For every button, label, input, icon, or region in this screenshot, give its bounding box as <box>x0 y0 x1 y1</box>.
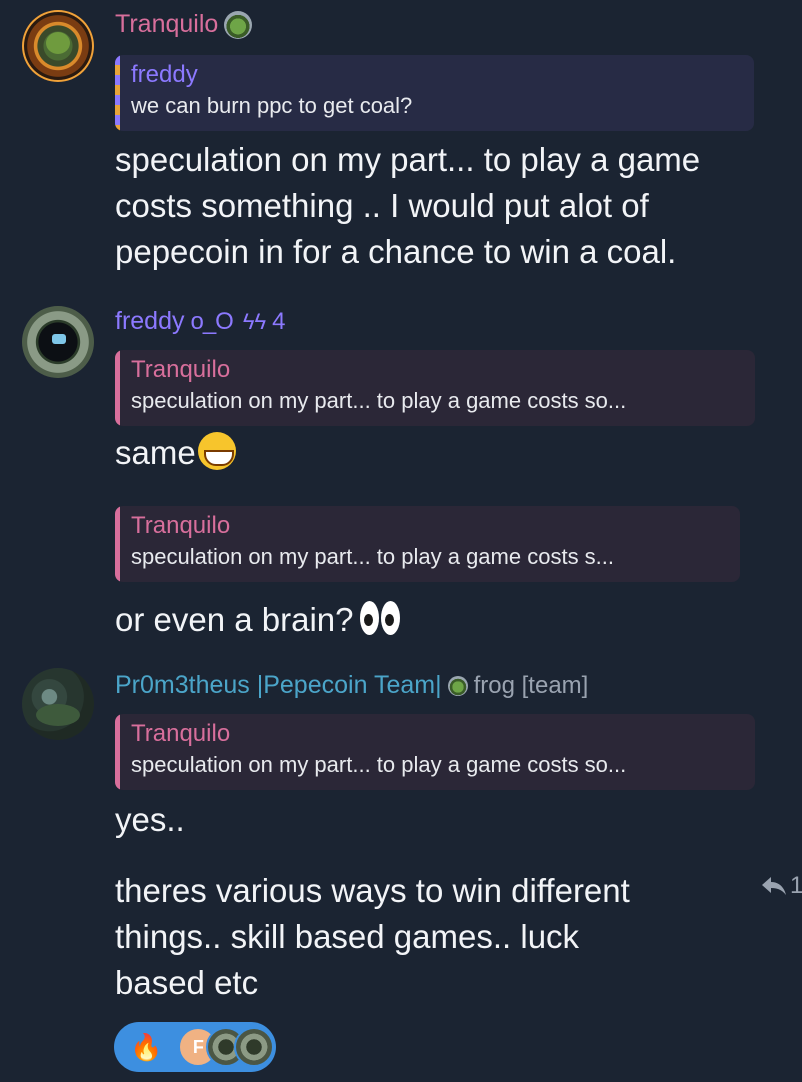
message-line: things.. skill based games.. luck <box>115 918 580 955</box>
avatar-tranquilo[interactable] <box>22 10 94 82</box>
message-text-prometheus-1: yes.. <box>115 797 185 843</box>
reply-quote-tranquilo[interactable]: Tranquilo speculation on my part... to p… <box>115 506 740 582</box>
sender-name-text: freddy <box>115 307 185 335</box>
boost-count: 4 <box>272 307 286 335</box>
message-text-prometheus-2: theres various ways to win different thi… <box>115 868 630 1006</box>
sender-name-freddy[interactable]: freddy o_O ϟϟ 4 <box>115 307 286 336</box>
avatar-image <box>36 704 80 726</box>
reply-quote-name: Tranquilo <box>131 512 231 539</box>
eye-shape <box>380 601 400 635</box>
replies-button[interactable]: 1 <box>760 872 802 900</box>
sender-name-prometheus[interactable]: Pr0m3theus |Pepecoin Team| frog [team] <box>115 671 588 700</box>
sender-status-text: o_O <box>190 307 233 335</box>
message-line: theres various ways to win different <box>115 872 630 909</box>
message-line: pepecoin in for a chance to win a coal. <box>115 233 677 270</box>
message-line: based etc <box>115 964 259 1001</box>
reply-quote-name: Tranquilo <box>131 356 231 383</box>
reply-quote-freddy[interactable]: freddy we can burn ppc to get coal? <box>115 55 754 131</box>
message-text-tranquilo: speculation on my part... to play a game… <box>115 137 700 275</box>
reply-quote-name: freddy <box>131 61 198 88</box>
reaction-pill[interactable]: 🔥 F <box>114 1022 276 1072</box>
avatar-freddy[interactable] <box>22 306 94 378</box>
reply-count-text: 1 <box>790 872 802 899</box>
fire-emoji: 🔥 <box>130 1032 163 1062</box>
reply-quote-name: Tranquilo <box>131 720 231 747</box>
reply-quote-tranquilo[interactable]: Tranquilo speculation on my part... to p… <box>115 714 755 790</box>
message-text-freddy-2: or even a brain? <box>115 597 400 643</box>
reply-arrow-icon <box>762 877 786 895</box>
reaction-avatar <box>234 1027 275 1067</box>
message-line: yes.. <box>115 801 185 838</box>
message-line: same <box>115 434 196 471</box>
reply-quote-text: speculation on my part... to play a game… <box>131 388 627 413</box>
avatar-prometheus[interactable] <box>22 668 94 740</box>
message-line: or even a brain? <box>115 601 354 638</box>
avatar-image <box>46 32 70 54</box>
reply-quote-tranquilo[interactable]: Tranquilo speculation on my part... to p… <box>115 350 755 426</box>
frog-badge-icon <box>224 10 253 39</box>
message-text-freddy-1: same <box>115 430 236 476</box>
reply-quote-text: speculation on my part... to play a game… <box>131 752 627 777</box>
sender-name-tranquilo[interactable]: Tranquilo <box>115 10 253 39</box>
message-line: costs something .. I would put alot of <box>115 187 649 224</box>
reply-quote-text: we can burn ppc to get coal? <box>131 93 413 118</box>
reply-quote-text: speculation on my part... to play a game… <box>131 544 615 569</box>
frog-badge-icon <box>447 675 468 696</box>
reaction-avatars: F <box>178 1027 275 1067</box>
eye-shape <box>359 601 379 635</box>
grinning-face-emoji <box>197 432 236 470</box>
eyes-emoji <box>359 601 400 635</box>
avatar-image <box>52 334 66 344</box>
sender-name-text: Tranquilo <box>115 10 219 38</box>
sender-tag: frog [team] <box>473 671 589 699</box>
message-line: speculation on my part... to play a game <box>115 141 701 178</box>
sender-name-text: Pr0m3theus |Pepecoin Team| <box>115 671 442 699</box>
boost-icon: ϟϟ <box>242 308 267 334</box>
chat-view: Tranquilo freddy we can burn ppc to get … <box>0 0 802 1082</box>
